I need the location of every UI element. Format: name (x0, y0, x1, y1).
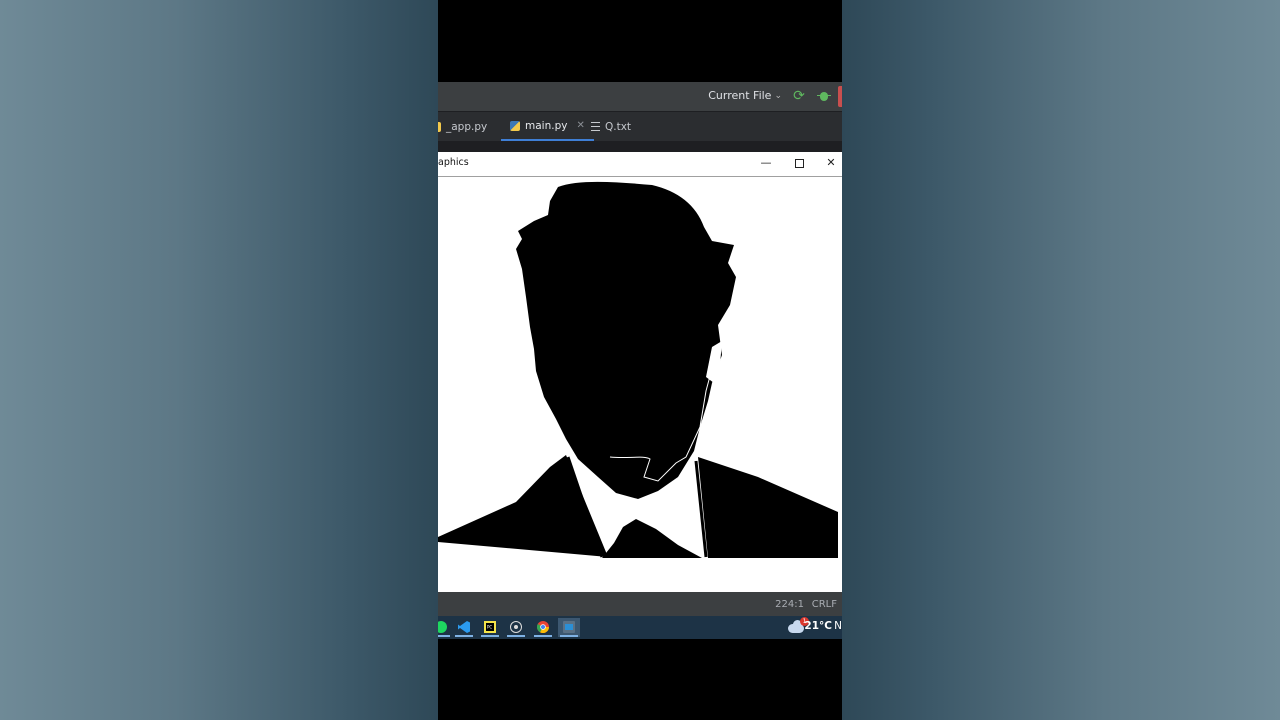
vscode-icon (458, 621, 470, 633)
taskbar-chrome[interactable] (532, 618, 554, 637)
taskbar-obs[interactable] (505, 618, 527, 637)
stop-button[interactable] (838, 86, 842, 107)
taskbar-pycharm[interactable]: PC (479, 618, 501, 637)
minimize-button[interactable]: — (757, 155, 775, 171)
temperature-label[interactable]: 21°C (804, 620, 832, 632)
tab-q-txt[interactable]: Q.txt (591, 112, 631, 141)
taskbar-overflow-text: N (834, 620, 842, 632)
pycharm-icon: PC (484, 621, 496, 633)
cursor-position[interactable]: 224:1 (775, 599, 804, 610)
tab-label: _app.py (446, 120, 488, 133)
close-button[interactable]: ✕ (822, 155, 840, 171)
run-configuration-dropdown[interactable]: Current File ⌄ (708, 89, 782, 102)
ide-toolbar: Current File ⌄ ⟳ (438, 82, 842, 111)
editor-area (438, 141, 842, 152)
graphics-window-titlebar[interactable]: aphics — ✕ (438, 152, 842, 177)
obs-icon (510, 621, 522, 633)
ide-statusbar: 224:1 CRLF (438, 592, 842, 616)
chrome-icon (537, 621, 549, 633)
tab-label: Q.txt (605, 120, 632, 133)
maximize-icon (794, 158, 804, 168)
jacket-left (438, 455, 608, 557)
python-window-icon (563, 621, 575, 633)
svg-text:PC: PC (487, 625, 492, 630)
window-title: aphics (438, 157, 469, 168)
python-icon (438, 121, 441, 132)
drawing-canvas (438, 177, 842, 592)
graphics-window: aphics — ✕ (438, 152, 842, 592)
text-file-icon (591, 122, 600, 131)
head-silhouette (516, 181, 736, 499)
blurred-background-left (0, 0, 438, 720)
windows-taskbar: PC 1 21°C N (438, 616, 842, 639)
close-tab-icon[interactable]: ✕ (576, 120, 584, 131)
tie (602, 519, 702, 558)
blurred-background-right (842, 0, 1280, 720)
python-icon (510, 120, 520, 131)
weather-widget[interactable]: 1 (788, 617, 809, 635)
tab-label: main.py (525, 119, 568, 132)
maximize-button[interactable] (790, 155, 808, 171)
jacket-right (698, 457, 838, 558)
tab-main-py[interactable]: main.py ✕ (501, 112, 594, 141)
tab-app-py[interactable]: _app.py (438, 112, 487, 141)
chevron-down-icon: ⌄ (774, 90, 782, 101)
taskbar-python-window[interactable] (558, 618, 580, 637)
silhouette-drawing (438, 181, 838, 558)
taskbar-spotify[interactable] (438, 618, 452, 637)
run-configuration-label: Current File (708, 89, 772, 102)
debug-bug-icon[interactable] (817, 89, 831, 103)
line-ending[interactable]: CRLF (812, 599, 837, 610)
spotify-icon (438, 621, 447, 633)
taskbar-vscode[interactable] (453, 618, 475, 637)
rerun-icon[interactable]: ⟳ (792, 89, 806, 103)
screen-recording-frame: Current File ⌄ ⟳ _app.py main.py ✕ Q.txt… (438, 0, 842, 720)
editor-tabs: _app.py main.py ✕ Q.txt (438, 111, 842, 142)
